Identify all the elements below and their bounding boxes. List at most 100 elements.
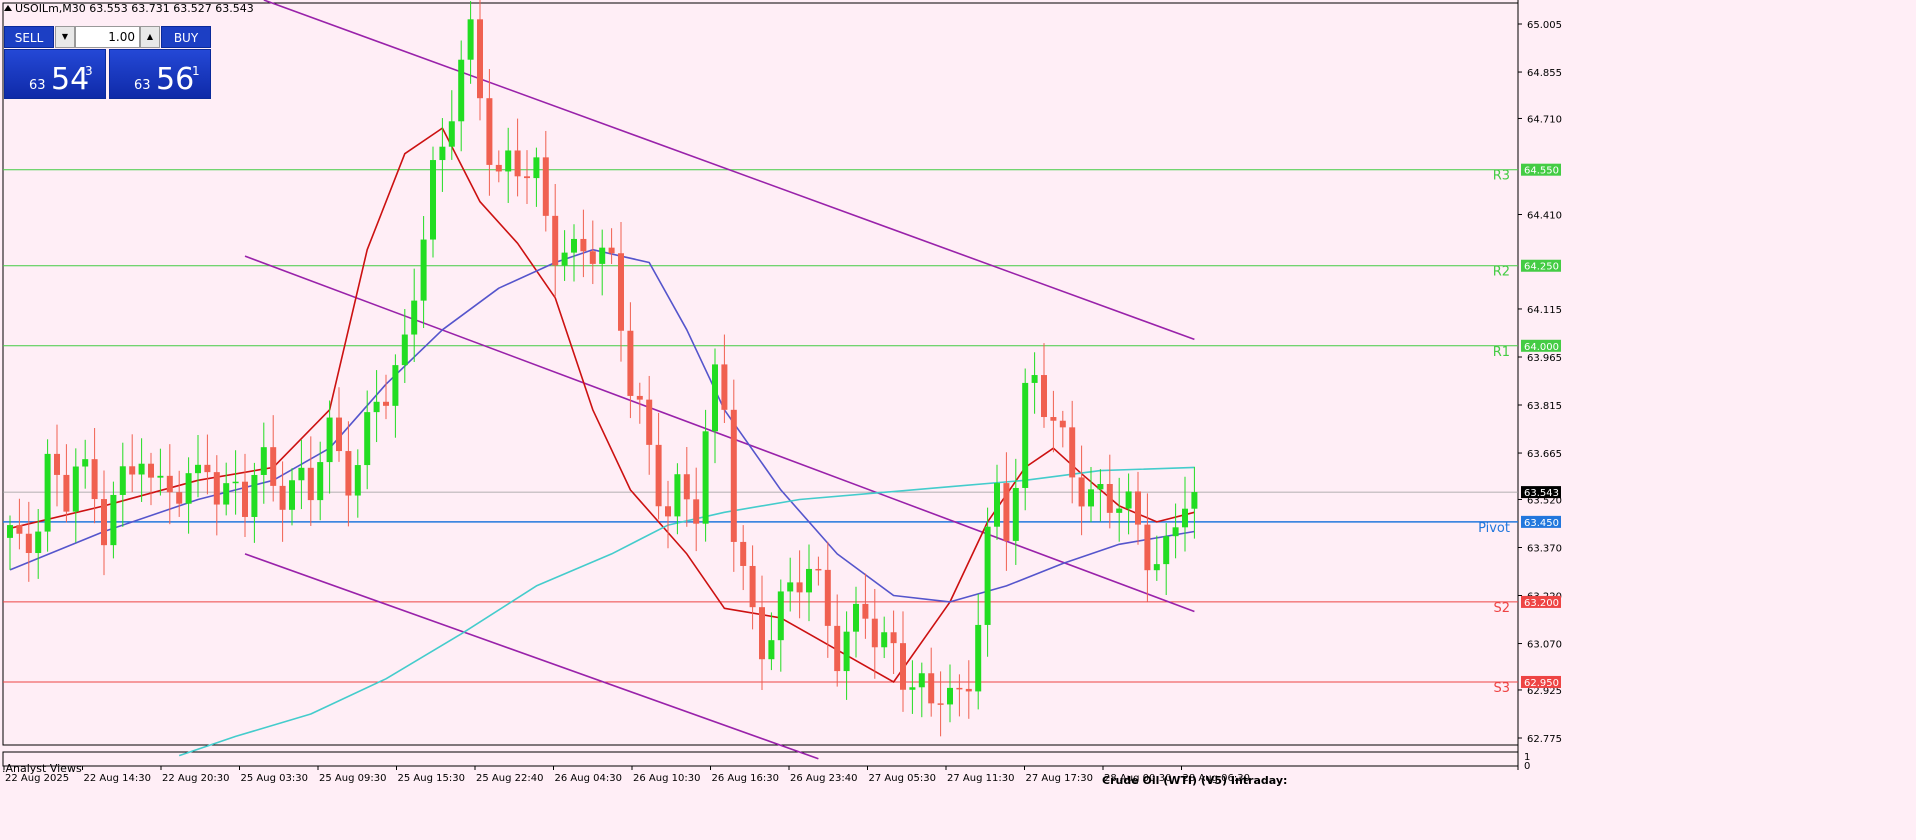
candle-body bbox=[712, 364, 718, 432]
candle-body bbox=[608, 247, 615, 254]
candle-body bbox=[1059, 420, 1066, 428]
candle-body bbox=[1003, 483, 1010, 541]
candle-body bbox=[1106, 484, 1113, 513]
candle-body bbox=[674, 474, 681, 517]
candle-body bbox=[853, 603, 859, 632]
level-price-r1: 64.000 bbox=[1524, 342, 1559, 353]
price-tick-label: 63.070 bbox=[1527, 640, 1562, 651]
candle-body bbox=[1031, 375, 1038, 383]
candle-body bbox=[7, 525, 13, 538]
candle-body bbox=[204, 464, 211, 473]
candle-body bbox=[815, 568, 822, 571]
candle-body bbox=[627, 330, 634, 396]
candle-body bbox=[1078, 477, 1085, 507]
candle-body bbox=[223, 483, 230, 505]
candle-body bbox=[63, 474, 70, 512]
level-price-pivot: 63.450 bbox=[1524, 518, 1559, 529]
candle-body bbox=[411, 300, 418, 335]
candle-body bbox=[646, 399, 653, 445]
candle-body bbox=[533, 157, 540, 179]
candle-body bbox=[16, 525, 23, 534]
level-price-r2: 64.250 bbox=[1524, 262, 1559, 273]
candle-body bbox=[721, 364, 728, 410]
candle-body bbox=[1116, 508, 1123, 513]
candle-body bbox=[928, 673, 935, 704]
candle-body bbox=[486, 98, 493, 165]
candle-body bbox=[477, 19, 483, 99]
candle-body bbox=[1172, 527, 1179, 537]
candle-body bbox=[242, 481, 248, 517]
price-tick-label: 64.710 bbox=[1527, 114, 1562, 125]
candle-body bbox=[1125, 491, 1132, 509]
candle-body bbox=[561, 252, 568, 266]
candle-body bbox=[420, 239, 427, 301]
level-name-s2: S2 bbox=[1493, 601, 1510, 616]
candle-body bbox=[232, 481, 239, 484]
candle-body bbox=[768, 640, 775, 660]
time-tick-label: 27 Aug 17:30 bbox=[1026, 773, 1093, 784]
price-tick-label: 63.815 bbox=[1527, 401, 1562, 412]
candle-body bbox=[458, 59, 465, 122]
candle-body bbox=[401, 334, 408, 366]
lot-size-input[interactable]: 1.00 bbox=[75, 26, 140, 48]
candle-body bbox=[439, 146, 446, 161]
subwindow-scale-bottom: 0 bbox=[1524, 761, 1530, 772]
time-tick-label: 26 Aug 10:30 bbox=[633, 773, 700, 784]
level-name-r1: R1 bbox=[1493, 345, 1510, 360]
candle-body bbox=[806, 568, 812, 593]
candle-body bbox=[956, 687, 963, 690]
candle-body bbox=[994, 483, 1000, 527]
candle-body bbox=[1069, 427, 1076, 478]
buy-price-button[interactable]: 63 56 1 bbox=[109, 49, 211, 99]
time-tick-label: 26 Aug 23:40 bbox=[790, 773, 857, 784]
time-tick-label: 26 Aug 16:30 bbox=[712, 773, 779, 784]
candle-body bbox=[909, 687, 916, 690]
lot-increase-icon[interactable]: ▲ bbox=[140, 26, 160, 48]
candle-body bbox=[317, 462, 324, 501]
candle-body bbox=[298, 467, 305, 481]
price-tick-label: 64.855 bbox=[1527, 68, 1562, 79]
candle-body bbox=[862, 603, 869, 619]
price-chart[interactable]: 65.005 64.855 64.710 64.410 64.115 63.965 63.8… bbox=[0, 0, 1916, 840]
candle-body bbox=[524, 176, 530, 179]
price-tick-label: 62.775 bbox=[1527, 734, 1562, 745]
candle-body bbox=[148, 463, 154, 478]
candle-body bbox=[270, 447, 277, 486]
candle-body bbox=[185, 473, 192, 504]
candle-body bbox=[834, 625, 841, 672]
candle-body bbox=[448, 121, 455, 147]
candle-body bbox=[552, 215, 559, 266]
candle-body bbox=[759, 607, 765, 660]
level-name-r2: R2 bbox=[1493, 265, 1510, 280]
candle-body bbox=[1182, 508, 1188, 528]
candle-body bbox=[947, 687, 953, 705]
candle-body bbox=[702, 431, 709, 524]
candle-body bbox=[138, 463, 145, 475]
candle-body bbox=[383, 401, 389, 406]
candle-body bbox=[345, 451, 352, 496]
sell-button[interactable]: SELL bbox=[4, 26, 54, 48]
candle-body bbox=[599, 247, 606, 264]
level-price-s2: 63.200 bbox=[1524, 598, 1559, 609]
buy-price-main: 56 bbox=[156, 62, 195, 97]
one-click-trading-panel: SELL ▼ 1.00 ▲ BUY 63 54 3 63 56 1 bbox=[4, 26, 211, 99]
candle-body bbox=[965, 688, 972, 692]
candle-body bbox=[843, 631, 850, 672]
candle-body bbox=[213, 472, 220, 505]
candle-body bbox=[430, 160, 436, 240]
candle-body bbox=[730, 409, 737, 542]
candle-body bbox=[1041, 375, 1047, 418]
time-tick-label: 27 Aug 05:30 bbox=[869, 773, 936, 784]
buy-button[interactable]: BUY bbox=[161, 26, 211, 48]
sell-price-big: 63 bbox=[29, 78, 46, 93]
candle-body bbox=[289, 480, 295, 510]
candle-body bbox=[900, 643, 906, 690]
indicator-subwindow-title: Crude Oil (WTI) (V5) Intraday: bbox=[1102, 774, 1288, 787]
level-name-pivot: Pivot bbox=[1478, 521, 1510, 536]
candle-body bbox=[354, 465, 361, 496]
candle-body bbox=[157, 475, 164, 478]
sell-price-button[interactable]: 63 54 3 bbox=[4, 49, 106, 99]
lot-decrease-icon[interactable]: ▼ bbox=[55, 26, 75, 48]
price-tick-label: 63.965 bbox=[1527, 353, 1562, 364]
candle-body bbox=[166, 475, 173, 493]
